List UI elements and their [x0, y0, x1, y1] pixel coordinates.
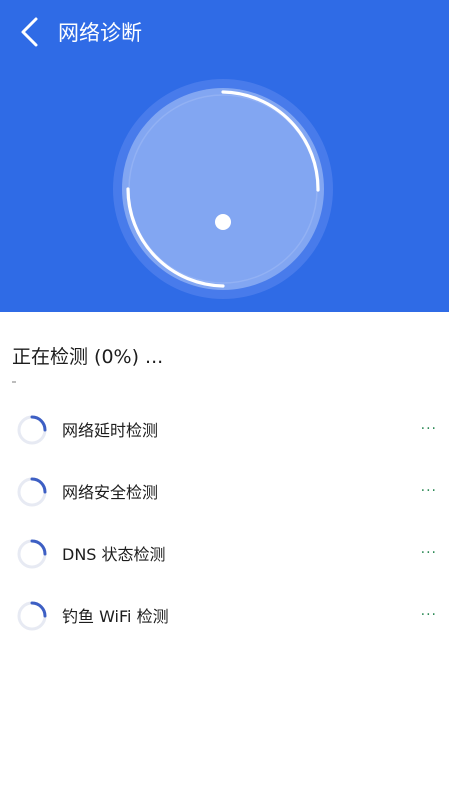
check-label: DNS 状态检测 — [62, 545, 166, 564]
check-status: ··· — [420, 483, 437, 499]
back-button[interactable] — [12, 14, 48, 50]
chevron-left-icon — [21, 17, 38, 47]
network-dial — [112, 78, 334, 300]
list-item: 网络安全检测 ··· — [0, 462, 449, 524]
check-label: 网络延时检测 — [62, 421, 159, 440]
status-progress-bar — [12, 381, 449, 383]
header-banner: 网络诊断 — [0, 0, 449, 312]
dial-center-dot — [215, 214, 231, 230]
loading-spinner-icon — [16, 538, 48, 570]
loading-spinner-icon — [16, 414, 48, 446]
page-title: 网络诊断 — [58, 21, 142, 45]
list-item: DNS 状态检测 ··· — [0, 524, 449, 586]
status-progress-fill — [12, 381, 16, 383]
list-item: 网络延时检测 ··· — [0, 400, 449, 462]
loading-spinner-icon — [16, 476, 48, 508]
check-label: 钓鱼 WiFi 检测 — [62, 607, 169, 626]
check-status: ··· — [420, 545, 437, 561]
check-label: 网络安全检测 — [62, 483, 159, 502]
check-status: ··· — [420, 607, 437, 623]
loading-spinner-icon — [16, 600, 48, 632]
check-status: ··· — [420, 421, 437, 437]
list-item: 钓鱼 WiFi 检测 ··· — [0, 586, 449, 648]
status-text: 正在检测 (0%) ... — [12, 346, 164, 368]
check-list: 网络延时检测 ··· 网络安全检测 ··· DNS 状态检测 ··· 钓鱼 Wi… — [0, 400, 449, 648]
